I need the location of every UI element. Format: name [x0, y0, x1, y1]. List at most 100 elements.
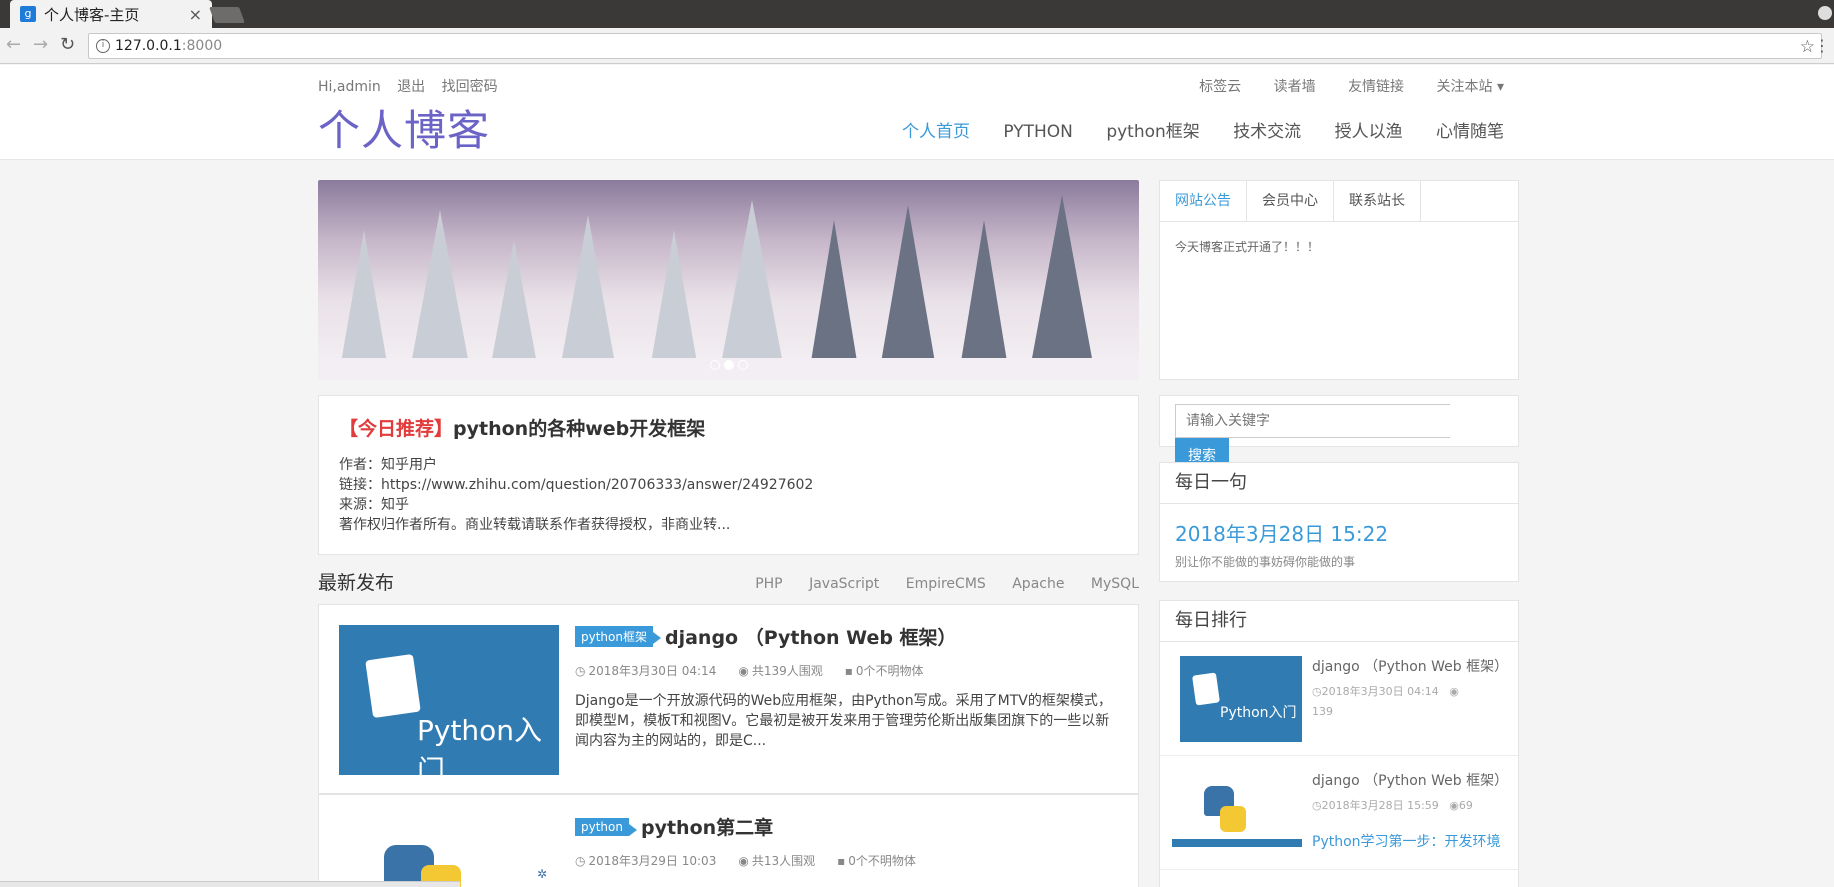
article-views: 共13人围观	[751, 854, 816, 868]
ranking-thumbnail[interactable]: Python入门	[1180, 656, 1302, 742]
reload-icon[interactable]: ↻	[60, 36, 75, 54]
article-card: Python入门 python框架 django （Python Web 框架）…	[318, 604, 1139, 794]
ranking-item[interactable]: django （Python Web 框架） ◷2018年3月28日 15:59…	[1160, 756, 1518, 870]
greeting: Hi,admin	[318, 79, 381, 95]
article-title[interactable]: django （Python Web 框架）	[665, 623, 957, 650]
carousel-dot[interactable]	[737, 360, 748, 370]
python-logo-icon	[365, 653, 421, 719]
tab-contact[interactable]: 联系站长	[1334, 181, 1421, 221]
tag-link[interactable]: JavaScript	[809, 576, 879, 592]
banner-tree	[718, 200, 786, 380]
article-comments[interactable]: 0个不明物体	[848, 854, 916, 868]
ranking-title: 每日排行	[1160, 601, 1518, 642]
article-views-wrap: ◉ 共139人围观	[738, 662, 822, 679]
browser-tab[interactable]: g 个人博客-主页 ×	[10, 0, 212, 28]
ranking-item-title[interactable]: django （Python Web 框架）	[1312, 770, 1508, 790]
address-bar: ← → ↻ i 127.0.0.1:8000 ☆ ⋮	[0, 28, 1834, 64]
banner-tree	[408, 210, 472, 380]
daily-quote-text: 别让你不能做的事妨碍你能做的事	[1175, 555, 1356, 569]
ranking-item-title[interactable]: django （Python Web 框架）	[1312, 656, 1508, 676]
ranking-item-meta: ◷2018年3月30日 04:14 ◉ 139	[1312, 682, 1503, 722]
recommend-copyright: 著作权归作者所有。商业转载请联系作者获得授权，非商业转...	[339, 517, 731, 533]
tag-link[interactable]: MySQL	[1091, 576, 1139, 592]
recommend-card: 【今日推荐】python的各种web开发框架 作者：知乎用户 链接：https:…	[318, 395, 1139, 555]
article-date: 2018年3月29日 10:03	[588, 854, 717, 868]
article-comments-wrap: ▪ 0个不明物体	[837, 852, 916, 869]
recommend-tag: 【今日推荐】	[339, 418, 454, 440]
article-excerpt: Django是一个开放源代码的Web应用框架，由Python写成。采用了MTV的…	[575, 693, 1112, 749]
thumbnail-text: Python入门	[417, 714, 543, 775]
follow-dropdown[interactable]: 关注本站 ▾	[1437, 79, 1504, 95]
nav-python-framework[interactable]: python框架	[1106, 122, 1199, 142]
recommend-link: 链接：https://www.zhihu.com/question/207063…	[339, 477, 814, 493]
carousel-dot[interactable]	[709, 360, 720, 370]
nav-tech-exchange[interactable]: 技术交流	[1233, 122, 1301, 142]
forward-arrow-icon[interactable]: →	[33, 36, 48, 54]
nav-home[interactable]: 个人首页	[902, 122, 970, 142]
logout-link[interactable]: 退出	[397, 79, 425, 95]
carousel-dot-active[interactable]	[723, 360, 734, 370]
ranking-thumbnail-partial[interactable]	[1172, 839, 1302, 847]
nav-teaching[interactable]: 授人以渔	[1335, 122, 1403, 142]
ranking-info: django （Python Web 框架） ◷2018年3月30日 04:14…	[1312, 656, 1508, 722]
browser-status-bar	[0, 881, 460, 887]
article-meta: ◷ 2018年3月29日 10:03 ◉ 共13人围观 ▪ 0个不明物体	[575, 852, 1118, 869]
recommend-title-text[interactable]: python的各种web开发框架	[453, 418, 705, 440]
tab-member-center[interactable]: 会员中心	[1247, 181, 1334, 221]
article-thumbnail[interactable]: Python入门	[339, 625, 559, 775]
url-input[interactable]: i 127.0.0.1:8000 ☆	[88, 33, 1822, 59]
article-thumbnail[interactable]: ✲	[339, 815, 559, 887]
comment-icon: ▪	[844, 664, 853, 678]
article-title[interactable]: python第二章	[641, 813, 773, 840]
ranking-item-title[interactable]: Python学习第一步：开发环境	[1312, 831, 1501, 851]
ranking-item-meta: ◷2018年3月28日 15:59 ◉69	[1312, 796, 1503, 816]
menu-icon[interactable]: ⋮	[1814, 36, 1830, 55]
thumbnail-text: Python入门	[1220, 705, 1297, 721]
recommend-title[interactable]: 【今日推荐】python的各种web开发框架	[339, 414, 1118, 441]
article-title-row: python框架 django （Python Web 框架）	[575, 623, 1118, 650]
notice-panel: 网站公告 会员中心 联系站长 今天博客正式开通了！！！	[1159, 180, 1519, 380]
eye-icon: ◉	[738, 664, 749, 678]
category-badge[interactable]: python框架	[575, 626, 661, 647]
banner-carousel[interactable]	[318, 180, 1139, 380]
ranking-item-date: 2018年3月30日 04:14	[1321, 685, 1439, 698]
clock-icon: ◷	[575, 664, 586, 678]
ranking-item-date: 2018年3月28日 15:59	[1321, 799, 1439, 812]
banner-tree	[1028, 195, 1096, 380]
top-links: 标签云 读者墙 友情链接 关注本站 ▾	[1171, 76, 1504, 96]
close-icon[interactable]: ×	[189, 5, 202, 24]
article-body: python python第二章 ◷ 2018年3月29日 10:03 ◉ 共13人…	[575, 813, 1118, 881]
favicon-icon: g	[20, 6, 36, 22]
clock-icon: ◷	[1312, 685, 1322, 698]
article-comments[interactable]: 0个不明物体	[856, 664, 924, 678]
tab-notice[interactable]: 网站公告	[1160, 181, 1247, 221]
tag-cloud-link[interactable]: 标签云	[1199, 79, 1241, 95]
site-logo[interactable]: 个人博客	[318, 97, 490, 158]
tab-title: 个人博客-主页	[44, 5, 140, 24]
nav-python[interactable]: PYTHON	[1003, 122, 1073, 142]
ranking-item-views: 69	[1458, 799, 1473, 812]
search-input[interactable]	[1175, 404, 1450, 438]
article-date: 2018年3月30日 04:14	[588, 664, 717, 678]
daily-quote-panel: 每日一句 2018年3月28日 15:22 别让你不能做的事妨碍你能做的事	[1159, 462, 1519, 582]
new-tab-button[interactable]	[209, 7, 245, 23]
recover-password-link[interactable]: 找回密码	[442, 79, 498, 95]
article-title-row: python python第二章	[575, 813, 1118, 840]
ranking-item[interactable]: Python入门 django （Python Web 框架） ◷2018年3月…	[1160, 642, 1518, 756]
reader-wall-link[interactable]: 读者墙	[1274, 79, 1316, 95]
article-comments-wrap: ▪ 0个不明物体	[845, 662, 924, 679]
tag-link[interactable]: EmpireCMS	[906, 576, 986, 592]
bookmark-star-icon[interactable]: ☆	[1800, 35, 1815, 59]
info-icon[interactable]: i	[96, 39, 110, 53]
category-badge[interactable]: python	[575, 817, 637, 836]
recommend-author: 作者：知乎用户	[339, 457, 437, 473]
nav-mood-notes[interactable]: 心情随笔	[1436, 122, 1504, 142]
back-arrow-icon[interactable]: ←	[6, 36, 21, 54]
tag-link[interactable]: Apache	[1012, 576, 1064, 592]
site-header: Hi,admin 退出 找回密码 标签云 读者墙 友情链接 关注本站 ▾ 个人博…	[0, 65, 1834, 160]
friend-links-link[interactable]: 友情链接	[1348, 79, 1404, 95]
profile-icon[interactable]	[1818, 6, 1832, 20]
article-meta: ◷ 2018年3月30日 04:14 ◉ 共139人围观 ▪ 0个不明物体	[575, 662, 1118, 679]
tag-link[interactable]: PHP	[755, 576, 782, 592]
python-logo-icon	[1220, 806, 1246, 832]
